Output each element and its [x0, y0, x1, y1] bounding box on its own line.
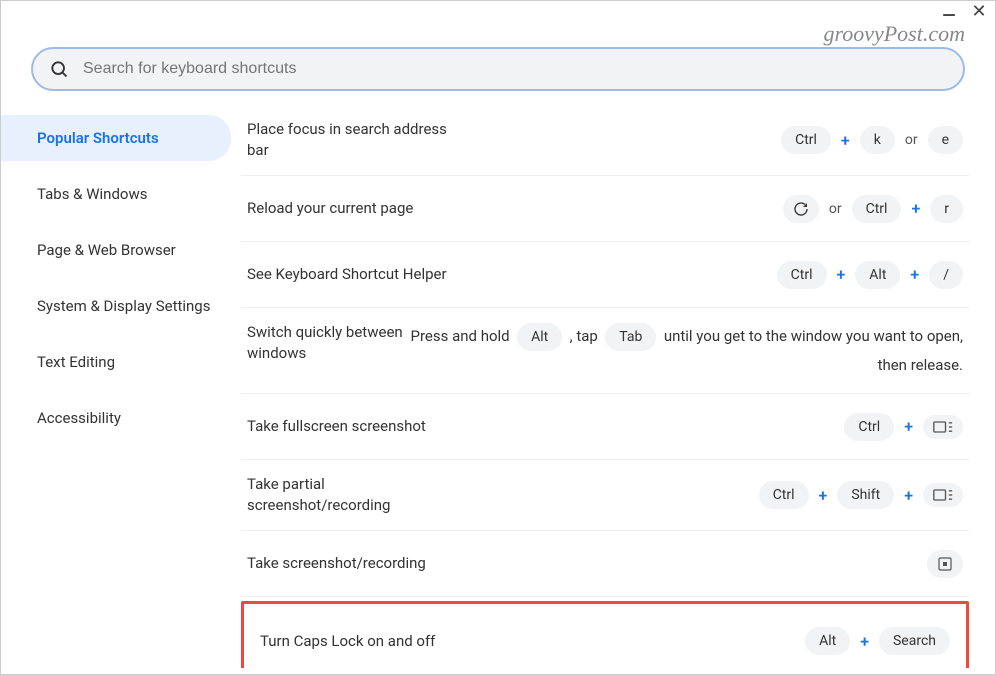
instruction-text: Press and hold — [411, 327, 510, 345]
key-search: Search — [879, 627, 950, 655]
search-icon — [49, 59, 69, 79]
plus-icon: + — [837, 265, 846, 284]
key-reload-icon — [783, 195, 819, 223]
search-input[interactable] — [83, 60, 947, 78]
key-ctrl: Ctrl — [781, 126, 831, 154]
shortcut-row-helper: See Keyboard Shortcut Helper Ctrl + Alt … — [241, 242, 969, 308]
key-e: e — [928, 126, 963, 154]
shortcut-label: Take fullscreen screenshot — [247, 416, 467, 437]
search-box[interactable] — [31, 47, 965, 91]
plus-icon: + — [904, 486, 913, 505]
or-separator: or — [829, 201, 842, 217]
close-button[interactable]: ✕ — [969, 3, 989, 21]
sidebar-item-page[interactable]: Page & Web Browser — [1, 227, 231, 273]
shortcut-row-partial-screenshot: Take partial screenshot/recording Ctrl +… — [241, 460, 969, 531]
plus-icon: + — [841, 131, 850, 150]
shortcut-label: Turn Caps Lock on and off — [260, 631, 480, 652]
sidebar-item-tabs[interactable]: Tabs & Windows — [1, 171, 231, 217]
sidebar-item-popular[interactable]: Popular Shortcuts — [1, 115, 231, 161]
shortcut-list: Place focus in search address bar Ctrl +… — [241, 105, 995, 668]
instruction-text: until you get to the window you want to … — [664, 327, 963, 374]
sidebar-item-text[interactable]: Text Editing — [1, 339, 231, 385]
key-ctrl: Ctrl — [844, 413, 894, 441]
key-r: r — [930, 195, 963, 223]
or-separator: or — [905, 132, 918, 148]
shortcut-row-capslock: Turn Caps Lock on and off Alt + Search — [254, 608, 956, 668]
highlight-box: Turn Caps Lock on and off Alt + Search — [241, 601, 969, 668]
overview-icon — [933, 421, 953, 433]
key-slash: / — [929, 261, 963, 289]
key-alt: Alt — [517, 323, 562, 351]
sidebar-item-accessibility[interactable]: Accessibility — [1, 395, 231, 441]
reload-icon — [793, 201, 809, 217]
minimize-button[interactable]: _ — [939, 0, 959, 15]
shortcut-label: See Keyboard Shortcut Helper — [247, 264, 467, 285]
shortcut-row-reload: Reload your current page or Ctrl + r — [241, 176, 969, 242]
plus-icon: + — [819, 486, 828, 505]
shortcut-row-screenshot-recording: Take screenshot/recording — [241, 531, 969, 597]
key-k: k — [860, 126, 895, 154]
plus-icon: + — [904, 417, 913, 436]
key-tab: Tab — [605, 323, 656, 351]
plus-icon: + — [911, 199, 920, 218]
shortcut-label: Place focus in search address bar — [247, 119, 467, 161]
shortcut-label: Switch quickly between windows — [247, 322, 407, 364]
shortcut-label: Reload your current page — [247, 198, 467, 219]
shortcut-row-full-screenshot: Take fullscreen screenshot Ctrl + — [241, 394, 969, 460]
screenshot-icon — [937, 556, 953, 572]
shortcut-label: Take partial screenshot/recording — [247, 474, 467, 516]
key-alt: Alt — [805, 627, 850, 655]
sidebar: Popular Shortcuts Tabs & Windows Page & … — [1, 105, 241, 668]
shortcut-row-focus-address: Place focus in search address bar Ctrl +… — [241, 105, 969, 176]
key-overview-icon — [923, 483, 963, 507]
shortcut-row-switch: Switch quickly between windows Press and… — [241, 308, 969, 394]
plus-icon: + — [910, 265, 919, 284]
key-ctrl: Ctrl — [852, 195, 902, 223]
overview-icon — [933, 489, 953, 501]
key-alt: Alt — [855, 261, 900, 289]
sidebar-item-system[interactable]: System & Display Settings — [1, 283, 231, 329]
plus-icon: + — [860, 632, 869, 651]
key-screenshot-icon — [927, 550, 963, 578]
instruction-text: , tap — [570, 327, 598, 345]
key-ctrl: Ctrl — [759, 481, 809, 509]
shortcut-label: Take screenshot/recording — [247, 553, 467, 574]
window-controls: _ ✕ — [939, 3, 989, 21]
key-overview-icon — [923, 415, 963, 439]
key-shift: Shift — [837, 481, 894, 509]
key-ctrl: Ctrl — [777, 261, 827, 289]
